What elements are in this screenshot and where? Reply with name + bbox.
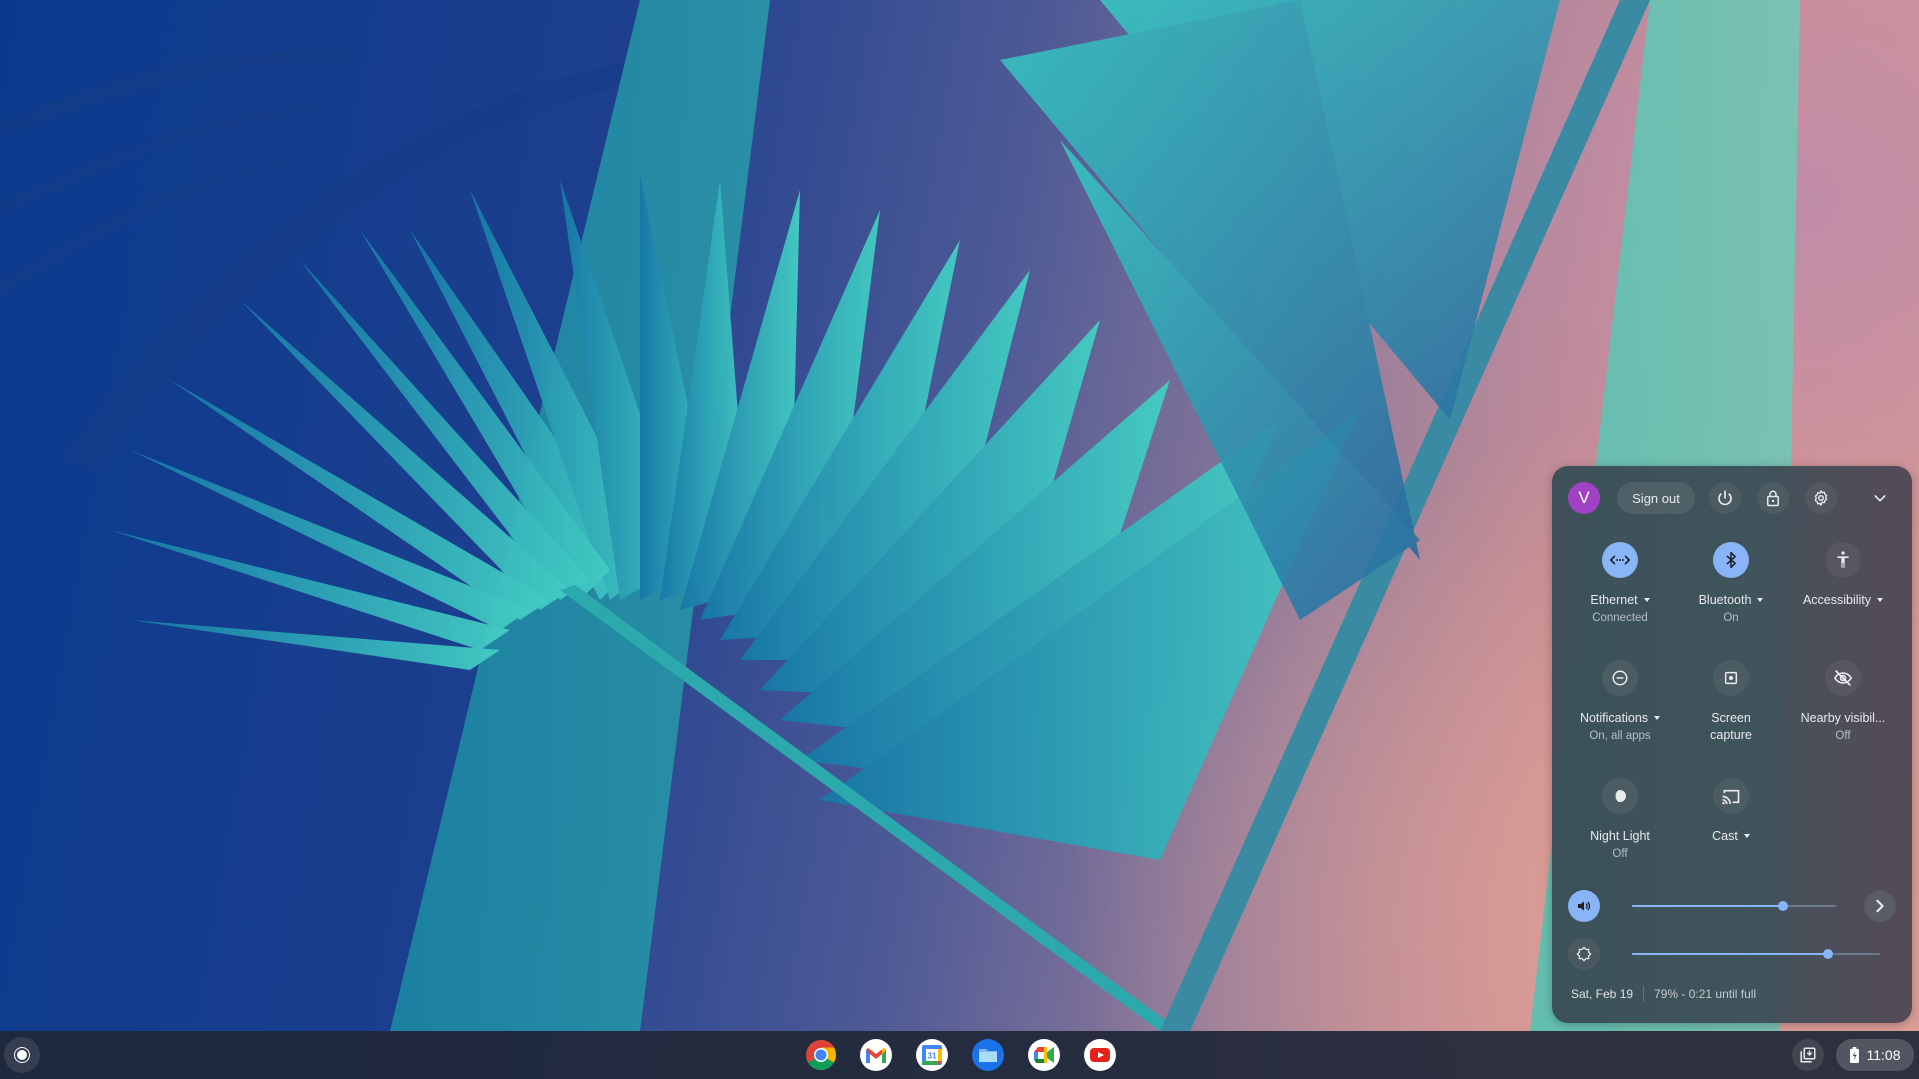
bluetooth-toggle[interactable] [1713,542,1749,578]
accessibility-icon [1837,551,1849,568]
ethernet-icon [1610,555,1630,565]
volume-slider-fill [1632,905,1783,907]
visibility-off-icon [1833,669,1853,687]
volume-row [1568,890,1898,922]
tile-label: Nearby visibil... [1800,711,1886,725]
power-icon [1718,490,1732,506]
files-icon [979,1049,997,1062]
night-light-icon [1614,790,1626,802]
mute-toggle-button[interactable] [1568,890,1600,922]
bluetooth-icon [1726,551,1736,569]
dropdown-caret-icon[interactable] [1654,716,1661,720]
shelf-app-youtube[interactable] [1084,1039,1116,1071]
volume-icon [1578,901,1591,911]
tile-sublabel: On [1723,612,1739,624]
tile-sublabel: Off [1612,848,1628,860]
screen-capture-icon [1724,671,1738,685]
shelf-app-chrome[interactable] [805,1039,837,1071]
dropdown-caret-icon[interactable] [1643,598,1650,602]
status-footer: Sat, Feb 19 79% - 0:21 until full [1571,986,1756,1002]
tile-screen-capture[interactable]: Screen capture [1676,660,1786,743]
do-not-disturb-icon [1612,670,1628,686]
collapse-button[interactable] [1864,482,1896,514]
holding-space-icon [1800,1047,1816,1063]
tile-notifications[interactable]: Notifications On, all apps [1565,660,1675,743]
holding-space-button[interactable] [1792,1039,1824,1071]
tile-label: Notifications [1579,711,1649,725]
status-tray-button[interactable]: 11:08 [1836,1039,1914,1071]
volume-slider-thumb[interactable] [1777,901,1788,911]
launcher-icon [14,1047,30,1063]
tile-label: Accessibility [1802,593,1872,607]
sign-out-button[interactable]: Sign out [1617,482,1695,514]
tile-nearby-visibility[interactable]: Nearby visibil... Off [1788,660,1898,743]
brightness-row [1568,938,1898,970]
tile-night-light[interactable]: Night Light Off [1565,778,1675,861]
tile-label: Ethernet [1590,593,1638,607]
shelf-app-gmail[interactable] [860,1039,892,1071]
shelf-app-files[interactable] [972,1039,1004,1071]
power-button[interactable] [1709,482,1741,514]
tile-ethernet[interactable]: Ethernet Connected [1565,542,1675,625]
brightness-slider-fill [1632,953,1828,955]
night-light-toggle[interactable] [1602,778,1638,814]
meet-icon [1034,1047,1054,1063]
tile-sublabel: Connected [1592,612,1648,624]
brightness-slider[interactable] [1632,949,1880,959]
chevron-down-icon [1874,495,1886,502]
user-avatar[interactable]: V [1568,482,1600,514]
screen-capture-toggle[interactable] [1713,660,1749,696]
volume-slider[interactable] [1632,901,1836,911]
shelf: 31 11:08 [0,1031,1919,1079]
dropdown-caret-icon[interactable] [1757,598,1764,602]
settings-icon [1814,490,1828,506]
launcher-button[interactable] [4,1037,40,1073]
youtube-icon [1090,1048,1110,1062]
footer-divider [1643,986,1645,1002]
chevron-right-icon [1876,899,1884,913]
tile-sublabel: On, all apps [1589,730,1651,742]
shelf-app-calendar[interactable]: 31 [916,1039,948,1071]
lock-icon [1767,490,1779,507]
brightness-button [1568,938,1600,970]
avatar-initial: V [1578,488,1590,507]
chrome-icon [806,1040,837,1071]
clock-time: 11:08 [1866,1047,1901,1063]
quick-settings-panel: V Sign out Ethernet Connected Bluetooth … [1552,466,1912,1023]
cast-icon [1722,789,1740,804]
tile-cast[interactable]: Cast [1676,778,1786,844]
date-label[interactable]: Sat, Feb 19 [1571,987,1633,1001]
notifications-toggle[interactable] [1602,660,1638,696]
settings-button[interactable] [1805,482,1837,514]
battery-charging-icon [1849,1047,1859,1063]
tile-label: Screen [1711,711,1751,725]
dropdown-caret-icon[interactable] [1743,834,1750,838]
dropdown-caret-icon[interactable] [1877,598,1884,602]
accessibility-toggle[interactable] [1825,542,1861,578]
brightness-icon [1576,946,1592,962]
ethernet-toggle[interactable] [1602,542,1638,578]
shelf-app-meet[interactable] [1028,1039,1060,1071]
calendar-date-badge: 31 [928,1052,937,1061]
tile-bluetooth[interactable]: Bluetooth On [1676,542,1786,625]
nearby-visibility-toggle[interactable] [1825,660,1861,696]
tile-sublabel: Off [1835,730,1851,742]
lock-button[interactable] [1757,482,1789,514]
tile-accessibility[interactable]: Accessibility [1788,542,1898,608]
tile-label: Night Light [1590,829,1650,843]
battery-status: 79% - 0:21 until full [1654,987,1757,1001]
brightness-slider-thumb[interactable] [1822,949,1833,959]
calendar-icon: 31 [922,1045,942,1065]
tile-label-line2: capture [1710,728,1752,742]
gmail-icon [866,1047,886,1063]
audio-settings-button[interactable] [1864,890,1896,922]
cast-toggle[interactable] [1713,778,1749,814]
tile-label: Bluetooth [1698,593,1752,607]
tile-label: Cast [1712,829,1738,843]
